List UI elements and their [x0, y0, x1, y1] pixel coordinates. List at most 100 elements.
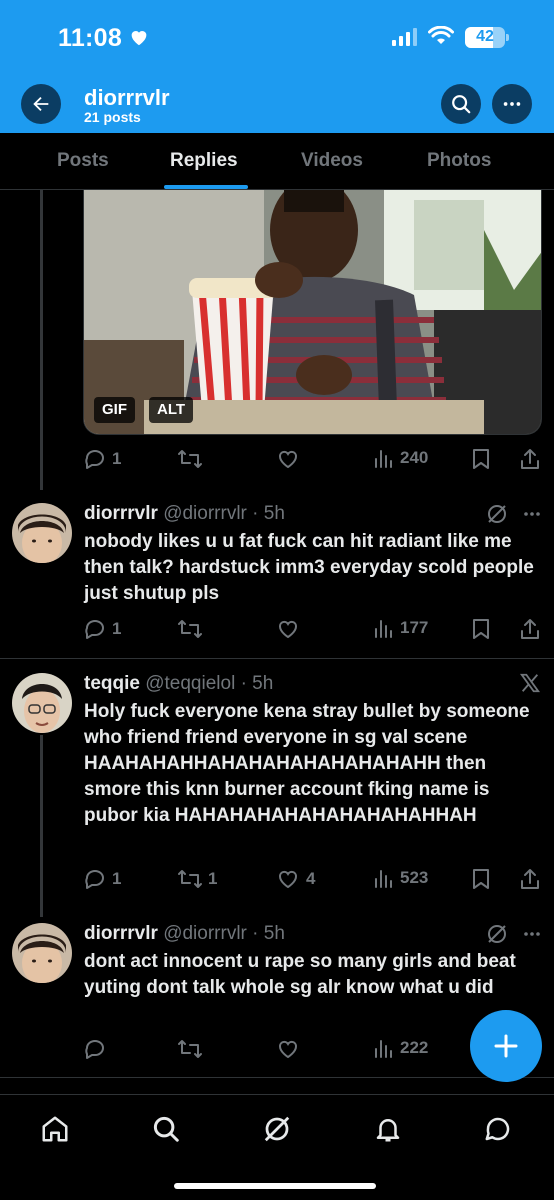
share-icon: [521, 619, 539, 639]
home-indicator: [174, 1183, 376, 1189]
share-button[interactable]: [519, 447, 541, 471]
views-button[interactable]: 240: [373, 447, 428, 469]
search-button[interactable]: [441, 84, 481, 124]
post-divider: [0, 658, 554, 659]
share-icon: [521, 449, 539, 469]
nav-notifications[interactable]: [370, 1111, 406, 1147]
views-button[interactable]: 222: [373, 1037, 428, 1059]
repost-button[interactable]: [177, 1037, 208, 1061]
repost-button[interactable]: [177, 447, 208, 471]
more-options-button[interactable]: [492, 84, 532, 124]
post-meta: diorrrvlr @diorrrvlr · 5h: [84, 503, 285, 525]
reply-button[interactable]: 1: [83, 867, 121, 891]
avatar[interactable]: [12, 923, 72, 983]
arrow-left-icon: [33, 96, 49, 112]
like-button[interactable]: [275, 1037, 306, 1061]
like-button[interactable]: 4: [275, 867, 315, 891]
alt-badge[interactable]: ALT: [149, 397, 194, 423]
x-logo-icon[interactable]: [519, 672, 541, 694]
thread-line: [40, 190, 43, 490]
bookmark-button[interactable]: [470, 617, 492, 641]
grok-icon[interactable]: [486, 503, 508, 525]
active-tab-indicator: [164, 185, 248, 189]
heart-icon: [131, 31, 147, 46]
avatar-image: [12, 673, 72, 733]
view-count: 222: [400, 1038, 429, 1057]
views-chart-icon: [375, 870, 392, 888]
avatar[interactable]: [12, 503, 72, 563]
nav-home[interactable]: [37, 1111, 73, 1147]
share-button[interactable]: [519, 617, 541, 641]
profile-name: diorrrvlr: [84, 85, 170, 110]
cellular-signal-icon: [392, 28, 417, 46]
like-button[interactable]: [275, 617, 306, 641]
grok-icon[interactable]: [486, 923, 508, 945]
tab-posts[interactable]: Posts: [57, 150, 109, 172]
repost-button[interactable]: 1: [177, 867, 217, 891]
tab-photos[interactable]: Photos: [427, 150, 491, 172]
more-dots-icon: [503, 102, 521, 106]
views-button[interactable]: 523: [373, 867, 428, 889]
reply-button[interactable]: [83, 1037, 112, 1061]
view-count: 240: [400, 448, 429, 467]
author-handle[interactable]: @diorrrvlr · 5h: [163, 923, 285, 944]
tab-videos[interactable]: Videos: [301, 150, 363, 172]
post-text: dont act innocent u rape so many girls a…: [84, 951, 516, 998]
repost-count: 1: [208, 869, 218, 888]
author-name[interactable]: diorrrvlr: [84, 503, 158, 524]
post-top-icons: [486, 503, 542, 525]
bookmark-button[interactable]: [470, 867, 492, 891]
reply-icon: [85, 450, 104, 469]
more-dots-icon[interactable]: [522, 924, 542, 944]
post-actions: 1 177: [83, 617, 543, 643]
post-count: 21 posts: [84, 109, 141, 125]
nav-search[interactable]: [148, 1111, 184, 1147]
battery-level: 42: [476, 28, 494, 45]
repost-icon: [178, 1040, 202, 1058]
bookmark-button[interactable]: [470, 447, 492, 471]
bookmark-icon: [473, 619, 489, 639]
status-bar: 11:08 42: [0, 0, 554, 74]
gif-badge: GIF: [94, 397, 135, 423]
nav-grok[interactable]: [259, 1111, 295, 1147]
views-chart-icon: [375, 450, 392, 468]
post-actions: 1 240: [83, 447, 543, 473]
heart-outline-icon: [279, 450, 297, 469]
author-handle[interactable]: @teqqielol · 5h: [145, 673, 273, 694]
view-count: 177: [400, 618, 429, 637]
home-icon: [42, 1116, 68, 1142]
back-button[interactable]: [21, 84, 61, 124]
avatar[interactable]: [12, 673, 72, 733]
share-button[interactable]: [519, 867, 541, 891]
tab-replies[interactable]: Replies: [170, 150, 238, 172]
share-icon: [521, 869, 539, 889]
heart-outline-icon: [279, 870, 297, 889]
heart-outline-icon: [279, 620, 297, 639]
post-text: nobody likes u u fat fuck can hit radian…: [84, 531, 534, 604]
bookmark-icon: [473, 449, 489, 469]
wifi-icon: [428, 26, 454, 44]
post-meta: teqqie @teqqielol · 5h: [84, 673, 273, 695]
battery-indicator: 42: [465, 27, 509, 48]
author-name[interactable]: teqqie: [84, 673, 140, 694]
author-handle[interactable]: @diorrrvlr · 5h: [163, 503, 285, 524]
plus-icon: [494, 1034, 518, 1058]
reply-button[interactable]: 1: [83, 617, 121, 641]
nav-messages[interactable]: [480, 1111, 516, 1147]
views-chart-icon: [375, 1040, 392, 1058]
reply-count: 1: [112, 619, 122, 638]
status-time: 11:08: [58, 24, 123, 52]
compose-button[interactable]: [470, 1010, 542, 1082]
post-text: Holy fuck everyone kena stray bullet by …: [84, 701, 530, 826]
author-name[interactable]: diorrrvlr: [84, 923, 158, 944]
more-dots-icon[interactable]: [522, 504, 542, 524]
views-button[interactable]: 177: [373, 617, 428, 639]
view-count: 523: [400, 868, 429, 887]
chat-bubble-icon: [485, 1117, 510, 1141]
post-divider: [0, 1077, 554, 1078]
like-button[interactable]: [275, 447, 306, 471]
profile-tabs: Posts Replies Videos Photos: [0, 133, 554, 190]
thread-line: [40, 735, 43, 917]
repost-button[interactable]: [177, 617, 208, 641]
reply-button[interactable]: 1: [83, 447, 121, 471]
